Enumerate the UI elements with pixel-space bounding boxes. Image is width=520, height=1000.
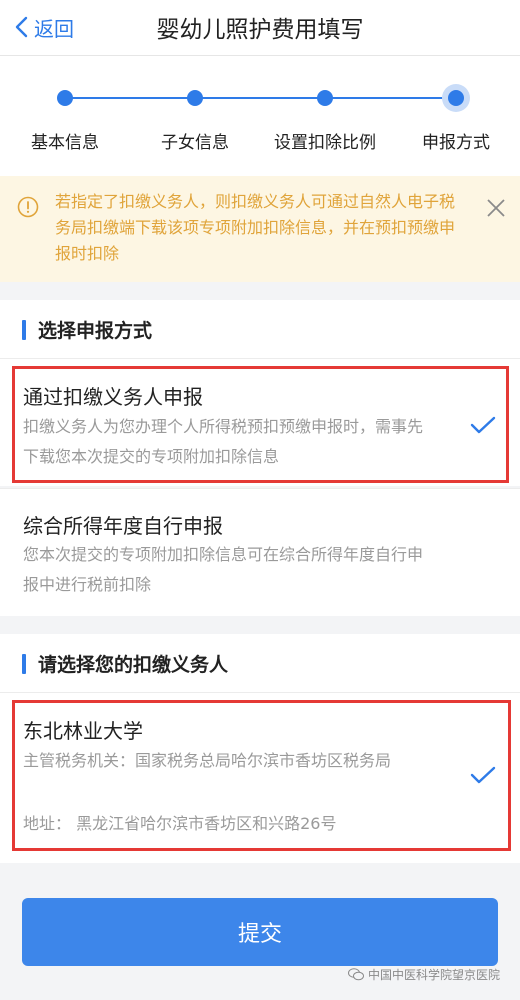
submit-button[interactable]: 提交 [22,898,498,966]
option-annual-self-filing[interactable]: 综合所得年度自行申报 您本次提交的专项附加扣除信息可在综合所得年度自行申报中进行… [0,489,520,616]
step-dot-4-active [442,84,470,112]
step-label-deduction-ratio: 设置扣除比例 [274,133,376,153]
option-description: 您本次提交的专项附加扣除信息可在综合所得年度自行申报中进行税前扣除 [23,545,424,594]
option-description: 扣缴义务人为您办理个人所得税预扣预缴申报时，需事先下载您本次提交的专项附加扣除信… [23,417,424,466]
watermark-text: 中国中医科学院望京医院 [368,968,501,982]
step-indicator: 基本信息 子女信息 设置扣除比例 申报方式 [0,56,520,176]
step-dot-1 [57,90,73,106]
section-header-withholding-agent: 请选择您的扣缴义务人 [0,634,520,692]
chat-bubble-icon [348,968,364,981]
step-dot-3 [317,90,333,106]
page-title: 婴幼儿照护费用填写 [156,17,364,43]
step-label-basic-info: 基本信息 [31,133,99,153]
checkmark-icon [470,416,496,434]
notice-text: 若指定了扣缴义务人，则扣缴义务人可通过自然人电子税务局扣缴端下载该项专项附加扣除… [55,192,456,263]
option-title: 综合所得年度自行申报 [23,514,223,538]
option-title: 通过扣缴义务人申报 [23,385,203,409]
section-header-filing-method: 选择申报方式 [0,300,520,358]
info-icon [17,196,39,218]
step-label-child-info: 子女信息 [161,133,229,153]
section-marker [22,320,26,340]
employer-address: 地址： 黑龙江省哈尔滨市香坊区和兴路26号 [23,814,337,833]
section-title: 选择申报方式 [38,320,153,342]
step-label-filing-method: 申报方式 [422,133,490,153]
section-marker [22,654,26,674]
employer-option[interactable]: 东北林业大学 主管税务机关：国家税务总局哈尔滨市香坊区税务局 地址： 黑龙江省哈… [0,693,520,863]
step-track [65,97,457,99]
section-title: 请选择您的扣缴义务人 [38,654,229,676]
tax-authority: 主管税务机关：国家税务总局哈尔滨市香坊区税务局 [23,751,392,770]
watermark: 中国中医科学院望京医院 [348,966,500,983]
step-dot-2 [187,90,203,106]
nav-bar: 返回 婴幼儿照护费用填写 [0,0,520,56]
employer-name: 东北林业大学 [23,719,143,743]
option-withholding-agent[interactable]: 通过扣缴义务人申报 扣缴义务人为您办理个人所得税预扣预缴申报时，需事先下载您本次… [0,359,520,486]
close-icon[interactable] [484,196,508,220]
checkmark-icon [470,766,496,784]
